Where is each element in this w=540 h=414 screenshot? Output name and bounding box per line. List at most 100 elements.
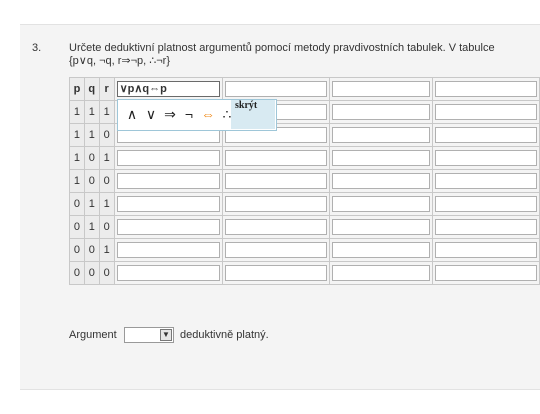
formula-input-1[interactable]: ∨p∧q⇔p <box>116 81 220 97</box>
truth-value-q: 0 <box>83 169 100 193</box>
header-formula-cell: ∨p∧q⇔p <box>113 77 223 101</box>
answer-input[interactable] <box>434 127 537 143</box>
truth-value-q: 1 <box>83 100 100 124</box>
answer-cell <box>328 100 433 124</box>
table-row: 001 <box>69 238 540 262</box>
chevron-down-icon[interactable]: ▼ <box>160 329 172 341</box>
truth-value-p: 0 <box>69 238 85 262</box>
truth-value-r: 0 <box>98 123 115 147</box>
truth-value-r: 1 <box>98 146 115 170</box>
truth-value-r: 1 <box>98 192 115 216</box>
answer-cell <box>328 238 433 262</box>
formula-input-2[interactable] <box>224 81 327 97</box>
answer-input[interactable] <box>434 150 537 166</box>
truth-value-q: 0 <box>83 238 100 262</box>
answer-cell <box>113 261 223 285</box>
answer-input[interactable] <box>116 150 220 166</box>
header-q: q <box>83 77 100 101</box>
truth-value-p: 0 <box>69 192 85 216</box>
answer-input[interactable] <box>224 242 327 258</box>
answer-input[interactable] <box>434 242 537 258</box>
formula-input-4[interactable] <box>434 81 537 97</box>
answer-input[interactable] <box>331 150 430 166</box>
answer-input[interactable] <box>116 265 220 281</box>
answer-cell <box>113 238 223 262</box>
answer-input[interactable] <box>331 104 430 120</box>
question-formula-set: {p∨q, ¬q, r⇒¬p, ∴¬r} <box>69 55 171 67</box>
answer-input[interactable] <box>224 219 327 235</box>
truth-value-r: 1 <box>98 238 115 262</box>
answer-cell <box>328 123 433 147</box>
header-formula-cell <box>431 77 540 101</box>
answer-input[interactable] <box>434 173 537 189</box>
header-p: p <box>69 77 85 101</box>
answer-input[interactable] <box>116 219 220 235</box>
answer-cell <box>431 238 540 262</box>
truth-value-p: 1 <box>69 169 85 193</box>
answer-input[interactable] <box>116 173 220 189</box>
answer-input[interactable] <box>224 265 327 281</box>
answer-input[interactable] <box>331 127 430 143</box>
truth-value-q: 1 <box>83 215 100 239</box>
symbol-popup: ∧ ∨ ⇒ ¬ ⇔ ∴ skrýt <box>117 99 277 131</box>
answer-input[interactable] <box>331 196 430 212</box>
truth-value-r: 0 <box>98 215 115 239</box>
and-symbol-button[interactable]: ∧ <box>123 106 141 123</box>
answer-cell <box>221 215 330 239</box>
question-text: Určete deduktivní platnost argumentů pom… <box>69 42 495 68</box>
header-r: r <box>98 77 115 101</box>
answer-input[interactable] <box>434 196 537 212</box>
equivalence-symbol-button[interactable]: ⇔ <box>199 106 217 122</box>
truth-value-q: 0 <box>83 261 100 285</box>
or-symbol-button[interactable]: ∨ <box>142 106 160 123</box>
answer-input[interactable] <box>224 173 327 189</box>
question-number: 3. <box>32 42 42 54</box>
answer-cell <box>328 169 433 193</box>
answer-cell <box>328 192 433 216</box>
answer-cell <box>431 261 540 285</box>
answer-cell <box>113 215 223 239</box>
argument-suffix: deduktivně platný. <box>180 329 269 341</box>
truth-value-q: 1 <box>83 192 100 216</box>
question-instruction: Určete deduktivní platnost argumentů pom… <box>69 42 495 54</box>
answer-cell <box>431 100 540 124</box>
answer-input[interactable] <box>434 219 537 235</box>
header-formula-cell <box>328 77 433 101</box>
table-row: 011 <box>69 192 540 216</box>
answer-cell <box>221 169 330 193</box>
answer-cell <box>113 169 223 193</box>
answer-input[interactable] <box>331 242 430 258</box>
answer-cell <box>431 215 540 239</box>
not-symbol-button[interactable]: ¬ <box>180 106 198 122</box>
truth-value-p: 1 <box>69 100 85 124</box>
argument-label: Argument <box>69 329 117 341</box>
answer-input[interactable] <box>224 150 327 166</box>
truth-value-q: 1 <box>83 123 100 147</box>
validity-select[interactable]: ▼ <box>124 327 174 343</box>
truth-value-p: 0 <box>69 261 85 285</box>
answer-input[interactable] <box>434 104 537 120</box>
answer-input[interactable] <box>116 196 220 212</box>
table-row: 000 <box>69 261 540 285</box>
hide-popup-button[interactable]: skrýt <box>231 100 275 129</box>
truth-value-q: 0 <box>83 146 100 170</box>
answer-cell <box>431 146 540 170</box>
header-formula-cell <box>221 77 330 101</box>
answer-cell <box>431 169 540 193</box>
answer-input[interactable] <box>331 173 430 189</box>
truth-value-p: 1 <box>69 123 85 147</box>
answer-cell <box>328 215 433 239</box>
answer-cell <box>113 146 223 170</box>
answer-input[interactable] <box>116 242 220 258</box>
implies-symbol-button[interactable]: ⇒ <box>161 106 179 123</box>
answer-cell <box>328 261 433 285</box>
answer-input[interactable] <box>331 265 430 281</box>
answer-input[interactable] <box>434 265 537 281</box>
answer-input[interactable] <box>224 196 327 212</box>
formula-input-3[interactable] <box>331 81 430 97</box>
answer-input[interactable] <box>331 219 430 235</box>
truth-value-r: 0 <box>98 169 115 193</box>
truth-value-r: 0 <box>98 261 115 285</box>
answer-cell <box>221 238 330 262</box>
truth-value-r: 1 <box>98 100 115 124</box>
